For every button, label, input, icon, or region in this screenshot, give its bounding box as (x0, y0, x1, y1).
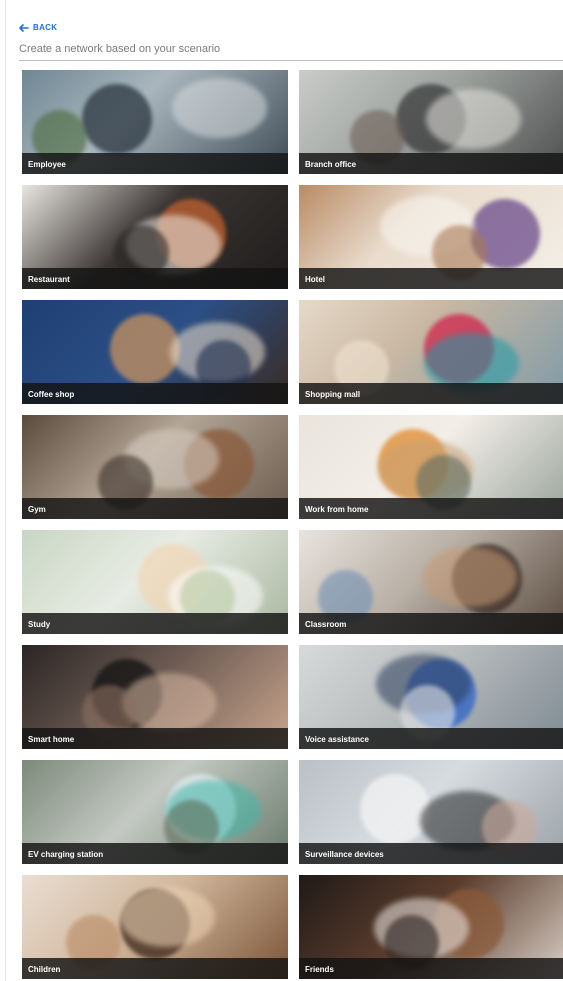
label-bar (299, 958, 563, 979)
label-bar (22, 958, 288, 979)
page-subtitle: Create a network based on your scenario (19, 43, 221, 55)
arrow-left-icon (19, 23, 29, 32)
divider (19, 60, 563, 61)
scenario-label: Classroom (305, 620, 347, 629)
photo-shape (426, 89, 521, 149)
scenario-tile-friends[interactable]: Friends (299, 875, 563, 979)
label-bar (22, 498, 288, 519)
back-button[interactable]: BACK (19, 23, 57, 32)
scenario-tile-coffee-shop[interactable]: Coffee shop (22, 300, 288, 404)
scenario-tile-smart-home[interactable]: Smart home (22, 645, 288, 749)
scenario-tile-gym[interactable]: Gym (22, 415, 288, 519)
scenario-tile-voice-assistance[interactable]: Voice assistance (299, 645, 563, 749)
scenario-label: Hotel (305, 275, 325, 284)
photo-shape (120, 887, 215, 947)
scenario-label: Smart home (28, 735, 75, 744)
scenario-label: Branch office (305, 160, 357, 169)
photo-shape (172, 78, 267, 138)
photo-shape (122, 673, 217, 733)
scenario-tile-employee[interactable]: Employee (22, 70, 288, 174)
scenario-label: Coffee shop (28, 390, 75, 399)
photo-shape (360, 774, 430, 844)
scenario-tile-children[interactable]: Children (22, 875, 288, 979)
left-border (5, 0, 6, 981)
scenario-label: EV charging station (28, 850, 104, 859)
scenario-label: Study (28, 620, 51, 629)
scenario-label: Restaurant (28, 275, 70, 284)
scenario-tile-ev-charging-station[interactable]: EV charging station (22, 760, 288, 864)
scenario-label: Friends (305, 965, 334, 974)
scenario-tile-shopping-mall[interactable]: Shopping mall (299, 300, 563, 404)
scenario-label: Shopping mall (305, 390, 361, 399)
photo-shape (82, 84, 152, 154)
scenario-tile-work-from-home[interactable]: Work from home (299, 415, 563, 519)
scenario-tile-study[interactable]: Study (22, 530, 288, 634)
scenario-label: Work from home (305, 505, 369, 514)
scenario-label: Employee (28, 160, 66, 169)
scenario-tile-hotel[interactable]: Hotel (299, 185, 563, 289)
scenario-label: Voice assistance (305, 735, 369, 744)
scenario-label: Surveillance devices (305, 850, 384, 859)
scenario-label: Children (28, 965, 61, 974)
scenario-tile-classroom[interactable]: Classroom (299, 530, 563, 634)
scenario-tile-restaurant[interactable]: Restaurant (22, 185, 288, 289)
back-label: BACK (33, 23, 58, 32)
scenario-tile-branch-office[interactable]: Branch office (299, 70, 563, 174)
photo-shape (422, 547, 517, 607)
label-bar (299, 268, 563, 289)
label-bar (22, 613, 288, 634)
scenario-label: Gym (28, 505, 46, 514)
scenario-tile-surveillance-devices[interactable]: Surveillance devices (299, 760, 563, 864)
